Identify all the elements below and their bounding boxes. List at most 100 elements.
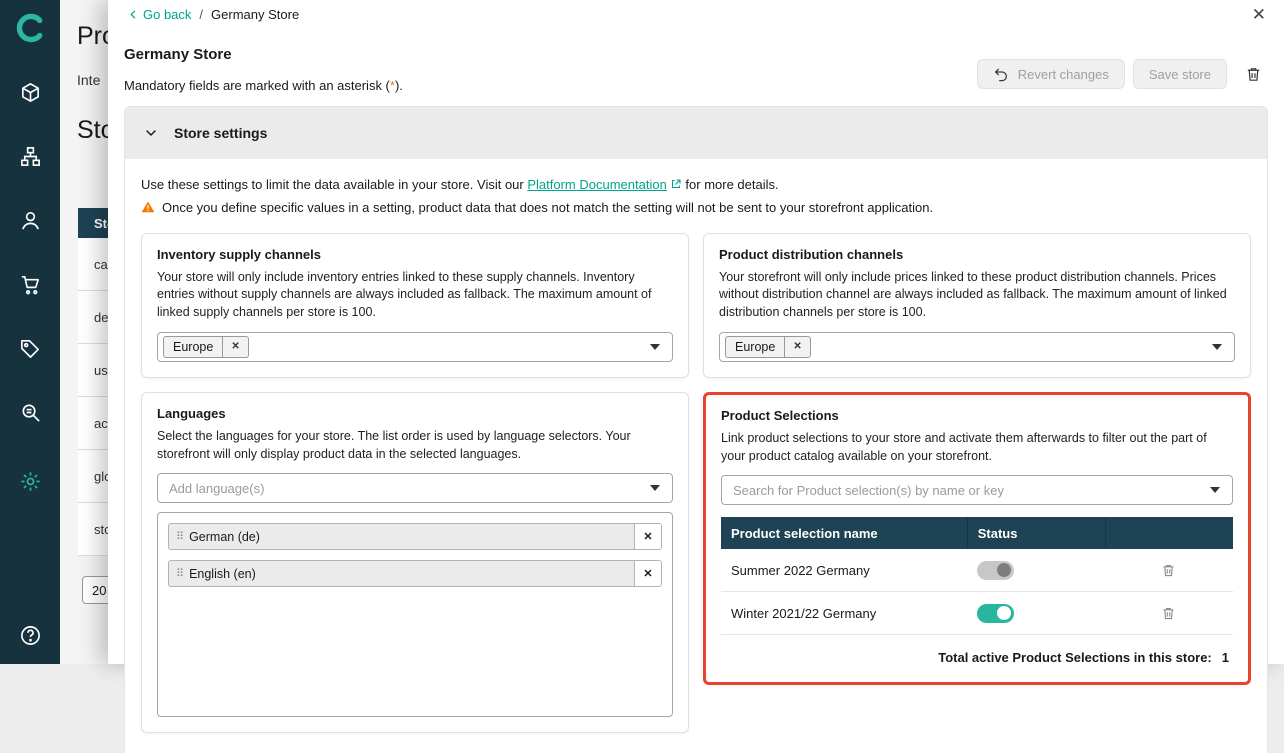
language-label: German (de) — [189, 524, 260, 549]
table-header-row: Product selection name Status — [721, 517, 1233, 549]
selected-languages-list: ⠿ German (de) ✕ ⠿ English (en) ✕ — [157, 512, 673, 717]
go-back-label: Go back — [143, 7, 191, 22]
language-label: English (en) — [189, 561, 256, 586]
trash-icon[interactable] — [1161, 606, 1176, 621]
table-row: Winter 2021/22 Germany — [721, 592, 1233, 635]
remove-chip-icon[interactable]: ✕ — [784, 337, 809, 357]
product-selections-card: Product Selections Link product selectio… — [703, 392, 1251, 686]
drag-handle-icon[interactable]: ⠿ — [169, 524, 189, 549]
platform-documentation-link[interactable]: Platform Documentation — [527, 177, 666, 192]
table-footer: Total active Product Selections in this … — [721, 635, 1233, 667]
status-toggle[interactable] — [977, 604, 1014, 623]
external-link-icon[interactable] — [670, 176, 682, 196]
card-title: Product distribution channels — [719, 247, 1235, 262]
chevron-down-icon[interactable] — [1210, 487, 1220, 493]
list-item[interactable]: ⠿ English (en) ✕ — [168, 560, 662, 587]
delete-store-button[interactable] — [1239, 62, 1268, 87]
settings-warning: Once you define specific values in a set… — [141, 199, 1251, 217]
warning-text: Once you define specific values in a set… — [162, 199, 933, 217]
list-item[interactable]: ⠿ German (de) ✕ — [168, 523, 662, 550]
remove-language-icon[interactable]: ✕ — [634, 561, 661, 586]
settings-cards-grid: Inventory supply channels Your store wil… — [141, 233, 1251, 734]
card-description: Link product selections to your store an… — [721, 430, 1233, 466]
drag-handle-icon[interactable]: ⠿ — [169, 561, 189, 586]
trash-icon — [1245, 66, 1262, 83]
gear-icon — [19, 470, 42, 493]
customers-icon — [19, 209, 42, 232]
toggle-knob — [997, 606, 1011, 620]
chip-label: Europe — [164, 337, 222, 357]
distribution-channels-select[interactable]: Europe ✕ — [719, 332, 1235, 362]
close-icon[interactable]: ✕ — [1252, 6, 1266, 23]
categories-icon — [19, 145, 42, 168]
chevron-down-icon[interactable] — [1212, 344, 1222, 350]
products-icon — [19, 81, 42, 104]
sidebar-item-discounts[interactable] — [17, 335, 43, 361]
sidebar-item-settings[interactable] — [17, 468, 43, 494]
select-placeholder: Add language(s) — [163, 481, 264, 496]
discounts-icon — [19, 337, 42, 360]
sidebar-item-help[interactable] — [17, 622, 43, 648]
go-back-link[interactable]: Go back — [128, 7, 191, 22]
sidebar-item-audit[interactable] — [17, 399, 43, 425]
header-actions: Revert changes Save store — [977, 59, 1268, 89]
status-toggle[interactable] — [977, 561, 1014, 580]
revert-changes-button[interactable]: Revert changes — [977, 59, 1125, 89]
commercetools-logo[interactable] — [14, 12, 46, 44]
revert-changes-label: Revert changes — [1018, 67, 1109, 82]
trash-icon[interactable] — [1161, 563, 1176, 578]
store-settings-header[interactable]: Store settings — [125, 107, 1267, 159]
languages-card: Languages Select the languages for your … — [141, 392, 689, 734]
mandatory-note: Mandatory fields are marked with an aste… — [124, 78, 403, 93]
card-title: Languages — [157, 406, 673, 421]
undo-icon — [993, 66, 1009, 82]
breadcrumb-separator: / — [199, 7, 203, 22]
selected-channel-chip: Europe ✕ — [163, 336, 249, 358]
page-header-left: Germany Store Mandatory fields are marke… — [124, 46, 403, 93]
add-language-select[interactable]: Add language(s) — [157, 473, 673, 503]
chevron-down-icon[interactable] — [650, 344, 660, 350]
product-selection-name: Winter 2021/22 Germany — [721, 606, 967, 621]
modal-topbar: Go back / Germany Store ✕ — [108, 0, 1284, 28]
product-selection-search-input[interactable]: Search for Product selection(s) by name … — [721, 475, 1233, 505]
chevron-left-icon — [128, 9, 139, 20]
sidebar-item-orders[interactable] — [17, 271, 43, 297]
footer-value: 1 — [1222, 650, 1229, 665]
card-description: Your storefront will only include prices… — [719, 269, 1235, 322]
store-settings-section: Store settings Use these settings to lim… — [124, 106, 1268, 753]
modal-content: Germany Store Mandatory fields are marke… — [108, 28, 1284, 753]
toggle-knob — [997, 563, 1011, 577]
chip-label: Europe — [726, 337, 784, 357]
mandatory-note-suffix: ). — [395, 78, 403, 93]
sidebar-item-categories[interactable] — [17, 143, 43, 169]
sidebar-item-customers[interactable] — [17, 207, 43, 233]
column-header-status: Status — [967, 517, 1105, 549]
sidebar-item-products[interactable] — [17, 79, 43, 105]
warning-icon — [141, 200, 155, 214]
help-icon — [19, 624, 42, 647]
chevron-down-icon[interactable] — [650, 485, 660, 491]
product-selections-table: Product selection name Status Summer 202… — [721, 517, 1233, 667]
table-row: Summer 2022 Germany — [721, 549, 1233, 592]
chevron-down-icon[interactable] — [143, 125, 159, 141]
inventory-channels-select[interactable]: Europe ✕ — [157, 332, 673, 362]
remove-language-icon[interactable]: ✕ — [634, 524, 661, 549]
card-title: Product Selections — [721, 408, 1233, 423]
column-header-actions — [1105, 517, 1233, 549]
column-header-name: Product selection name — [721, 517, 967, 549]
footer-label: Total active Product Selections in this … — [938, 650, 1212, 665]
card-description: Your store will only include inventory e… — [157, 269, 673, 322]
product-selection-name: Summer 2022 Germany — [721, 563, 967, 578]
breadcrumb-current: Germany Store — [211, 7, 299, 22]
app-sidebar — [0, 0, 60, 664]
remove-chip-icon[interactable]: ✕ — [222, 337, 247, 357]
mandatory-note-text: Mandatory fields are marked with an aste… — [124, 78, 390, 93]
orders-icon — [19, 273, 42, 296]
intro-text-suffix: for more details. — [682, 177, 779, 192]
card-title: Inventory supply channels — [157, 247, 673, 262]
search-icon — [19, 401, 42, 424]
background-page-subtitle: Inte — [77, 72, 100, 88]
page-title: Germany Store — [124, 46, 403, 63]
search-placeholder: Search for Product selection(s) by name … — [727, 483, 1004, 498]
save-store-button[interactable]: Save store — [1133, 59, 1227, 89]
